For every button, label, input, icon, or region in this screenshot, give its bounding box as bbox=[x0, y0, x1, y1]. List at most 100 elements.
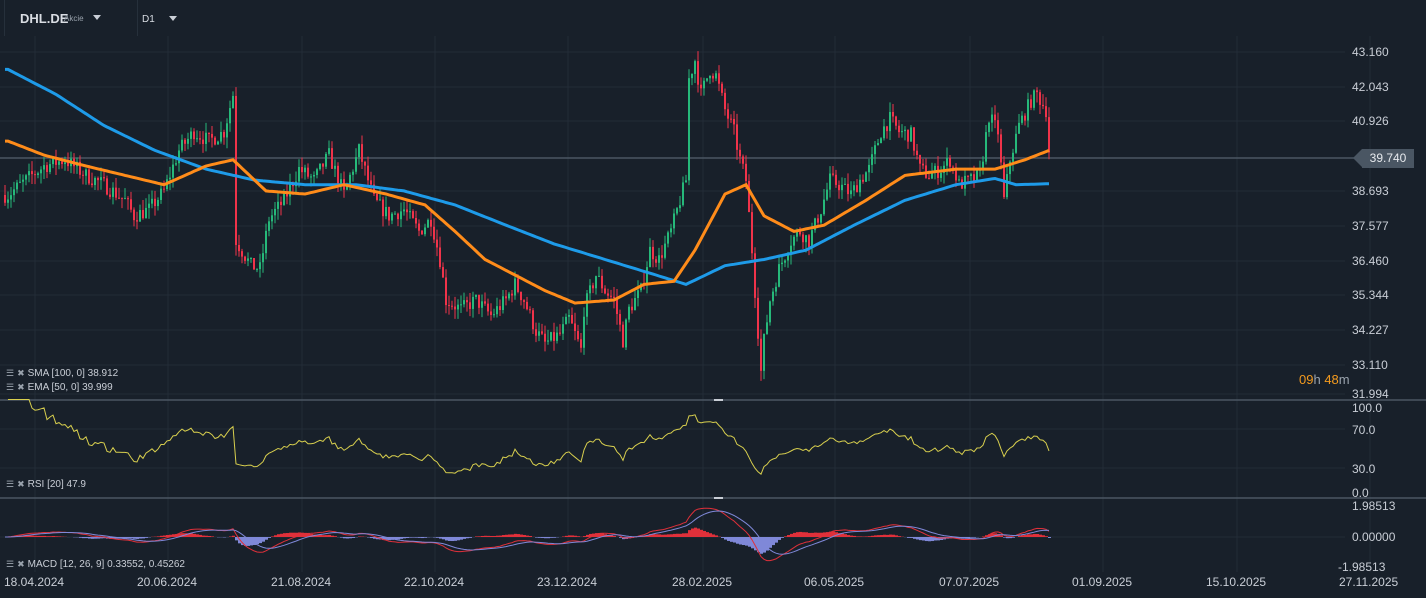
candle bbox=[13, 181, 15, 203]
macd-histogram-bar bbox=[193, 533, 196, 537]
panel-resize-handle[interactable] bbox=[714, 497, 723, 499]
macd-histogram-bar bbox=[133, 537, 136, 539]
candle bbox=[91, 172, 93, 188]
candle bbox=[652, 240, 654, 268]
panel-resize-handle[interactable] bbox=[714, 399, 723, 401]
candle bbox=[214, 136, 216, 146]
candle bbox=[613, 286, 615, 309]
macd-histogram-bar bbox=[571, 535, 574, 537]
macd-histogram-bar bbox=[322, 535, 325, 537]
candle bbox=[505, 289, 507, 306]
candle bbox=[541, 323, 543, 336]
macd-histogram-bar bbox=[1033, 533, 1036, 537]
candle bbox=[664, 235, 666, 260]
macd-histogram-bar bbox=[196, 534, 199, 537]
candle bbox=[85, 168, 87, 185]
candle bbox=[619, 309, 621, 332]
price-axis-label: 31.994 bbox=[1352, 387, 1389, 401]
macd-histogram-bar bbox=[511, 534, 514, 537]
candle bbox=[265, 223, 267, 260]
candle bbox=[106, 175, 108, 196]
candle bbox=[313, 171, 315, 184]
macd-histogram-bar bbox=[1036, 533, 1039, 537]
macd-histogram-bar bbox=[445, 537, 448, 541]
timeframe[interactable]: D1 bbox=[142, 14, 155, 25]
macd-histogram-bar bbox=[805, 532, 808, 537]
symbol-dropdown-icon[interactable] bbox=[93, 15, 101, 20]
candle bbox=[43, 157, 45, 180]
legend-ema[interactable]: ☰ ✖ EMA [50, 0] 39.999 bbox=[6, 382, 113, 393]
candle bbox=[553, 322, 555, 351]
candle bbox=[868, 158, 870, 182]
macd-histogram-bar bbox=[613, 535, 616, 537]
macd-histogram-bar bbox=[403, 537, 406, 539]
candle bbox=[250, 257, 252, 263]
macd-histogram-bar bbox=[487, 535, 490, 537]
macd-histogram-bar bbox=[205, 535, 208, 537]
candle bbox=[79, 155, 81, 179]
settings-menu-icon[interactable]: ☰ bbox=[6, 368, 14, 379]
candle bbox=[139, 204, 141, 222]
settings-menu-icon[interactable]: ☰ bbox=[6, 559, 14, 570]
rsi-label: RSI [20] 47.9 bbox=[27, 479, 86, 490]
macd-histogram-bar bbox=[526, 535, 529, 537]
close-icon[interactable]: ✖ bbox=[17, 382, 25, 393]
candle bbox=[1045, 97, 1047, 122]
macd-histogram-bar bbox=[406, 537, 409, 538]
candle bbox=[304, 164, 306, 180]
macd-histogram-bar bbox=[697, 528, 700, 537]
macd-line bbox=[4, 507, 1050, 562]
candle bbox=[724, 88, 726, 116]
legend-rsi[interactable]: ☰ ✖ RSI [20] 47.9 bbox=[6, 479, 86, 490]
candle bbox=[358, 143, 360, 165]
timeframe-dropdown-icon[interactable] bbox=[169, 16, 177, 21]
macd-histogram-bar bbox=[925, 537, 928, 542]
price-axis-label: 37.577 bbox=[1352, 219, 1389, 233]
macd-histogram-bar bbox=[706, 532, 709, 537]
candle bbox=[913, 126, 915, 156]
candle bbox=[58, 159, 60, 170]
candle bbox=[706, 78, 708, 83]
candle bbox=[919, 154, 921, 173]
macd-histogram-bar bbox=[268, 537, 271, 538]
candle bbox=[217, 140, 219, 145]
close-icon[interactable]: ✖ bbox=[17, 368, 25, 379]
candle bbox=[862, 174, 864, 184]
close-icon[interactable]: ✖ bbox=[17, 559, 25, 570]
macd-histogram-bar bbox=[568, 535, 571, 537]
candle bbox=[400, 202, 402, 228]
legend-sma[interactable]: ☰ ✖ SMA [100, 0] 38.912 bbox=[6, 368, 118, 379]
macd-histogram-bar bbox=[775, 537, 778, 543]
legend-macd[interactable]: ☰ ✖ MACD [12, 26, 9] 0.33552, 0.45262 bbox=[6, 559, 185, 570]
candle bbox=[658, 247, 660, 270]
candle bbox=[571, 307, 573, 324]
candle bbox=[133, 207, 135, 227]
macd-histogram-bar bbox=[1006, 537, 1009, 539]
candle bbox=[142, 200, 144, 220]
macd-histogram-bar bbox=[742, 537, 745, 546]
candle bbox=[1030, 94, 1032, 111]
candle bbox=[910, 125, 912, 142]
macd-histogram-bar bbox=[517, 534, 520, 537]
symbol-name[interactable]: DHL.DE bbox=[20, 11, 68, 26]
candle bbox=[790, 235, 792, 265]
macd-histogram-bar bbox=[562, 536, 565, 537]
candle bbox=[25, 173, 27, 186]
macd-histogram-bar bbox=[31, 535, 34, 537]
candle bbox=[904, 126, 906, 141]
price-chart[interactable] bbox=[0, 0, 1426, 598]
settings-menu-icon[interactable]: ☰ bbox=[6, 382, 14, 393]
close-icon[interactable]: ✖ bbox=[17, 479, 25, 490]
macd-histogram-bar bbox=[544, 537, 547, 539]
ema-label: EMA [50, 0] 39.999 bbox=[27, 382, 113, 393]
candle bbox=[382, 196, 384, 227]
macd-histogram-bar bbox=[790, 533, 793, 537]
candle bbox=[280, 196, 282, 216]
candle bbox=[391, 212, 393, 225]
macd-histogram-bar bbox=[1045, 536, 1048, 537]
settings-menu-icon[interactable]: ☰ bbox=[6, 479, 14, 490]
candle bbox=[289, 173, 291, 206]
candle bbox=[82, 170, 84, 185]
macd-histogram-bar bbox=[343, 537, 346, 539]
candle bbox=[256, 268, 258, 273]
